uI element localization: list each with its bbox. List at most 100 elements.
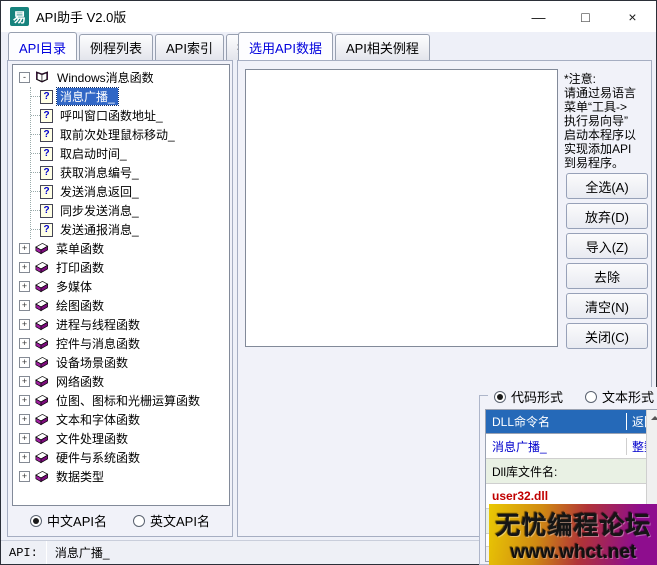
maximize-button[interactable]: □: [562, 1, 609, 32]
action-button[interactable]: 关闭(C): [566, 323, 648, 349]
radio-icon: [133, 515, 145, 527]
tree-item[interactable]: +硬件与系统函数: [19, 448, 229, 467]
closed-book-icon: [34, 393, 49, 408]
tree-item-label: 网络函数: [53, 373, 107, 390]
format-radio[interactable]: 文本形式: [585, 387, 654, 406]
expand-icon[interactable]: +: [19, 319, 30, 330]
tree-item[interactable]: + 控件与消息函数: [19, 334, 229, 353]
tree-item-label: 数据类型: [53, 468, 107, 485]
grid-data-row[interactable]: 消息广播_整数: [486, 434, 646, 459]
grid-cell: 整数: [626, 438, 646, 455]
notice-text: *注意: 请通过易语言 菜单“工具-> 执行易向导” 启动本程序以 实现添加AP…: [564, 72, 650, 170]
tree-item-label: 呼叫窗口函数地址_: [57, 107, 166, 124]
tree-item-label: 位图、图标和光栅运算函数: [53, 392, 203, 409]
data-tab[interactable]: 选用API数据: [238, 32, 333, 60]
tree-item-label: 消息广播_: [57, 88, 118, 105]
data-tab[interactable]: API相关例程: [335, 34, 430, 60]
tree-item[interactable]: ?呼叫窗口函数地址_: [31, 106, 229, 125]
tree-children: ?消息广播_?呼叫窗口函数地址_?取前次处理鼠标移动_?取启动时间_?获取消息编…: [30, 87, 229, 239]
tree-item-label: 打印函数: [53, 259, 107, 276]
tree-item-label: 获取消息编号_: [57, 164, 142, 181]
watermark-url: www.whct.net: [511, 542, 637, 564]
grid-section-row[interactable]: Dll库文件名:: [486, 459, 646, 484]
tree-item[interactable]: ?取前次处理鼠标移动_: [31, 125, 229, 144]
close-button[interactable]: ×: [609, 1, 656, 32]
radio-icon: [585, 391, 597, 403]
tree-item[interactable]: + 进程与线程函数: [19, 315, 229, 334]
selected-api-list[interactable]: [245, 69, 558, 347]
expand-icon[interactable]: +: [19, 452, 30, 463]
minimize-button[interactable]: —: [515, 1, 562, 32]
closed-book-icon: [34, 336, 49, 351]
expand-icon[interactable]: +: [19, 395, 30, 406]
catalog-tab[interactable]: 例程列表: [79, 34, 153, 60]
tree-item[interactable]: + 位图、图标和光栅运算函数: [19, 391, 229, 410]
tree-item[interactable]: + 文本和字体函数: [19, 410, 229, 429]
catalog-tab[interactable]: API索引: [155, 34, 224, 60]
expand-icon[interactable]: +: [19, 414, 30, 425]
grid-header-row: DLL命令名返回: [486, 410, 646, 434]
tree-item[interactable]: +设备场景函数: [19, 353, 229, 372]
tree-item-label: 同步发送消息_: [57, 202, 142, 219]
action-button[interactable]: 清空(N): [566, 293, 648, 319]
left-tab-strip: API目录例程列表API索引搜索: [8, 37, 276, 60]
expand-icon[interactable]: +: [19, 300, 30, 311]
tree-item[interactable]: ?消息广播_: [31, 87, 229, 106]
open-book-icon: [34, 70, 50, 85]
api-catalog-tab-page: -Windows消息函数?消息广播_?呼叫窗口函数地址_?取前次处理鼠标移动_?…: [7, 60, 233, 537]
action-buttons: 全选(A) 放弃(D) 导入(Z) 去除清空(N) 关闭(C): [566, 173, 648, 353]
expand-icon[interactable]: +: [19, 243, 30, 254]
tree-item[interactable]: + 文件处理函数: [19, 429, 229, 448]
action-button[interactable]: 放弃(D): [566, 203, 648, 229]
tree-item[interactable]: ?发送消息返回_: [31, 182, 229, 201]
tree-item-label: 取启动时间_: [57, 145, 130, 162]
action-button[interactable]: 去除: [566, 263, 648, 289]
tree-item[interactable]: +多媒体: [19, 277, 229, 296]
catalog-tab[interactable]: API目录: [8, 32, 77, 60]
grid-header-cell: DLL命令名: [486, 413, 626, 430]
closed-book-icon: [34, 450, 49, 465]
api-tree[interactable]: -Windows消息函数?消息广播_?呼叫窗口函数地址_?取前次处理鼠标移动_?…: [12, 64, 230, 506]
tree-item[interactable]: + 数据类型: [19, 467, 229, 486]
scroll-up-icon[interactable]: [647, 410, 657, 426]
tree-item-label: 控件与消息函数: [53, 335, 143, 352]
tree-item[interactable]: ?获取消息编号_: [31, 163, 229, 182]
tree-item[interactable]: ?取启动时间_: [31, 144, 229, 163]
tree-item[interactable]: + 打印函数: [19, 258, 229, 277]
tree-item-label: 文本和字体函数: [53, 411, 143, 428]
expand-icon[interactable]: +: [19, 281, 30, 292]
closed-book-icon: [34, 279, 49, 294]
expand-icon[interactable]: +: [19, 471, 30, 482]
expand-icon[interactable]: +: [19, 433, 30, 444]
api-name-radio-label: 英文API名: [150, 511, 210, 530]
closed-book-icon: [34, 355, 49, 370]
tree-item[interactable]: +绘图函数: [19, 296, 229, 315]
question-doc-icon: ?: [40, 204, 53, 218]
tree-root-item[interactable]: - Windows消息函数: [19, 68, 229, 87]
expand-icon[interactable]: +: [19, 338, 30, 349]
expand-icon[interactable]: +: [19, 262, 30, 273]
tree-item[interactable]: + 网络函数: [19, 372, 229, 391]
api-name-language-radios: 中文API名 英文API名: [8, 511, 232, 530]
expand-icon[interactable]: +: [19, 357, 30, 368]
tree-item[interactable]: +菜单函数: [19, 239, 229, 258]
tree-item[interactable]: ? 同步发送消息_: [31, 201, 229, 220]
question-doc-icon: ?: [40, 185, 53, 199]
radio-icon: [494, 391, 506, 403]
tree-item-label: 进程与线程函数: [53, 316, 143, 333]
tree-item[interactable]: ?发送通报消息_: [31, 220, 229, 239]
closed-book-icon: [34, 317, 49, 332]
grid-header-cell: 返回: [626, 413, 646, 430]
expand-icon[interactable]: +: [19, 376, 30, 387]
client-area: API目录例程列表API索引搜索 -Windows消息函数?消息广播_?呼叫窗口…: [1, 32, 656, 540]
action-button[interactable]: 全选(A): [566, 173, 648, 199]
tree-item-label: 文件处理函数: [53, 430, 131, 447]
title-bar: 易 API助手 V2.0版 — □ ×: [1, 1, 656, 32]
tree-root-label: Windows消息函数: [54, 69, 157, 86]
collapse-icon[interactable]: -: [19, 72, 30, 83]
action-button[interactable]: 导入(Z): [566, 233, 648, 259]
format-radio[interactable]: 代码形式: [494, 387, 563, 406]
api-name-radio[interactable]: 英文API名: [133, 511, 210, 530]
closed-book-icon: [34, 374, 49, 389]
api-name-radio[interactable]: 中文API名: [30, 511, 107, 530]
